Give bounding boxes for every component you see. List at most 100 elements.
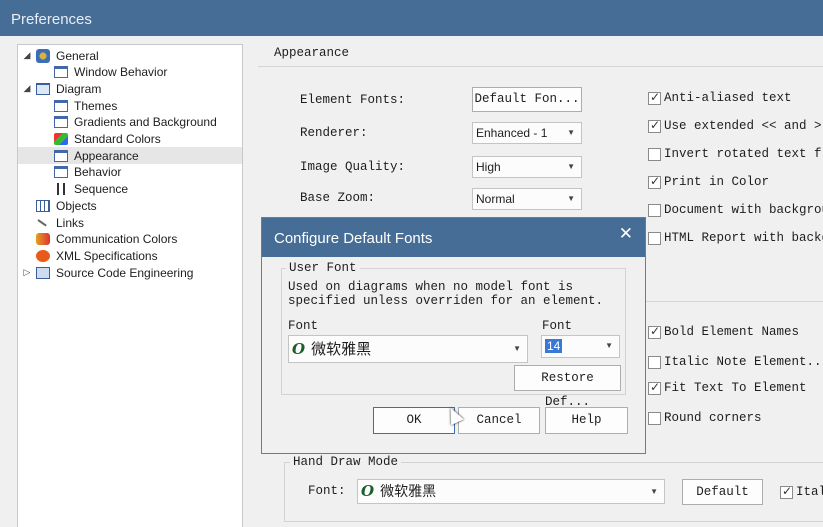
- fit-text-checkbox[interactable]: Fit Text To Element: [648, 380, 807, 395]
- checkbox-label: Invert rotated text f: [664, 147, 822, 161]
- round-corners-checkbox[interactable]: Round corners: [648, 411, 762, 425]
- tree-item-sequence[interactable]: Sequence: [18, 181, 242, 198]
- tree-item-objects[interactable]: Objects: [18, 197, 242, 214]
- element-fonts-button[interactable]: Default Fon...: [472, 87, 582, 112]
- window-icon: [54, 99, 68, 112]
- tree-item-general[interactable]: ◢ General: [18, 47, 242, 64]
- font-size-label: Font: [542, 319, 573, 333]
- close-icon[interactable]: ✕: [619, 224, 633, 244]
- tree-item-themes[interactable]: Themes: [18, 97, 242, 114]
- element-fonts-label: Element Fonts:: [300, 93, 406, 107]
- checkbox-label: HTML Report with backg: [664, 231, 823, 245]
- tree-item-label: Source Code Engineering: [56, 265, 194, 280]
- checkbox-box: [648, 355, 661, 369]
- hand-draw-default-button[interactable]: Default: [682, 479, 763, 505]
- tree-item-source-code-engineering[interactable]: ▷ Source Code Engineering: [18, 264, 242, 281]
- section-divider: [646, 301, 823, 302]
- user-font-title: User Font: [286, 261, 360, 275]
- renderer-value: Enhanced - 1: [476, 126, 548, 140]
- expand-arrow-icon[interactable]: ▷: [22, 267, 32, 278]
- checkbox-label: Anti-aliased text: [664, 91, 792, 105]
- checkbox-label: Italic Note Element...: [664, 355, 823, 369]
- checkbox-label: Bold Element Names: [664, 325, 800, 339]
- tree-item-label: Themes: [74, 98, 118, 113]
- tree-item-label: Links: [56, 215, 85, 230]
- tree-item-appearance[interactable]: Appearance: [18, 147, 242, 165]
- extended-chars-checkbox[interactable]: Use extended << and >: [648, 118, 822, 133]
- base-zoom-select[interactable]: Normal ▼: [472, 188, 582, 210]
- tree-item-xml-specifications[interactable]: XML Specifications: [18, 247, 242, 264]
- opentype-font-icon: O: [361, 482, 375, 500]
- image-quality-value: High: [476, 160, 501, 174]
- image-quality-select[interactable]: High ▼: [472, 156, 582, 178]
- base-zoom-value: Normal: [476, 192, 515, 206]
- collapse-arrow-icon[interactable]: ◢: [22, 50, 32, 61]
- window-icon: [54, 149, 68, 162]
- window-icon: [54, 116, 68, 129]
- restore-defaults-button[interactable]: Restore Def...: [514, 365, 621, 409]
- font-value: 微软雅黑: [311, 340, 372, 358]
- checkbox-box: [648, 324, 661, 339]
- colors-icon: [54, 133, 68, 145]
- tree-item-label: Communication Colors: [56, 232, 178, 247]
- invert-rotated-checkbox[interactable]: Invert rotated text f: [648, 147, 822, 161]
- checkbox-label: Fit Text To Element: [664, 381, 807, 395]
- document-background-checkbox[interactable]: Document with backgrou: [648, 203, 823, 217]
- html-report-background-checkbox[interactable]: HTML Report with backg: [648, 231, 823, 245]
- checkbox-box: [648, 380, 661, 395]
- tree-item-links[interactable]: Links: [18, 214, 242, 231]
- font-select[interactable]: O 微软雅黑 ▼: [288, 335, 528, 363]
- tree-item-label: Standard Colors: [74, 132, 161, 146]
- source-code-icon: [36, 266, 50, 279]
- font-label: Font: [288, 319, 319, 333]
- hand-draw-italic-checkbox[interactable]: Ital: [780, 484, 823, 499]
- objects-icon: [36, 199, 50, 212]
- hand-draw-font-select[interactable]: O 微软雅黑 ▼: [357, 479, 665, 504]
- window-icon: [54, 166, 68, 179]
- checkbox-box: [648, 174, 661, 189]
- checkbox-label: Use extended << and >: [664, 119, 822, 133]
- dialog-title: Configure Default Fonts: [274, 230, 433, 247]
- checkbox-box: [648, 231, 661, 245]
- help-button[interactable]: Help: [545, 407, 628, 434]
- font-size-select[interactable]: 14 ▼: [541, 335, 620, 358]
- window-title-bar: Preferences: [0, 0, 823, 36]
- tree-item-standard-colors[interactable]: Standard Colors: [18, 131, 242, 148]
- chevron-down-icon: ▼: [567, 162, 575, 171]
- tree-item-label: General: [56, 48, 99, 63]
- preferences-tree[interactable]: ◢ General Window Behavior ◢ Diagram Themes Gra…: [17, 44, 243, 527]
- anti-aliased-checkbox[interactable]: Anti-aliased text: [648, 90, 792, 105]
- bold-element-names-checkbox[interactable]: Bold Element Names: [648, 324, 800, 339]
- user-font-description: Used on diagrams when no model font is s…: [288, 280, 604, 308]
- checkbox-label: Print in Color: [664, 175, 770, 189]
- checkbox-box: [648, 90, 661, 105]
- gear-icon: [36, 48, 50, 63]
- italic-note-checkbox[interactable]: Italic Note Element...: [648, 355, 823, 369]
- tree-item-behavior[interactable]: Behavior: [18, 164, 242, 181]
- checkbox-box: [648, 118, 661, 133]
- communication-icon: [36, 233, 50, 246]
- tree-item-label: Appearance: [74, 148, 139, 163]
- checkbox-box: [648, 203, 661, 217]
- title-divider: [258, 66, 823, 67]
- hand-draw-font-value: 微软雅黑: [380, 484, 437, 500]
- tree-item-window-behavior[interactable]: Window Behavior: [18, 64, 242, 81]
- tree-item-gradients-and-background[interactable]: Gradients and Background: [18, 114, 242, 131]
- cancel-button[interactable]: Cancel: [458, 407, 540, 434]
- chevron-down-icon: ▼: [650, 487, 658, 496]
- renderer-select[interactable]: Enhanced - 1 ▼: [472, 122, 582, 144]
- print-in-color-checkbox[interactable]: Print in Color: [648, 174, 770, 189]
- chevron-down-icon: ▼: [567, 128, 575, 137]
- window-icon: [54, 66, 68, 79]
- image-quality-label: Image Quality:: [300, 160, 406, 174]
- ok-button[interactable]: OK: [373, 407, 455, 434]
- hand-draw-font-label: Font:: [308, 484, 346, 498]
- renderer-label: Renderer:: [300, 126, 368, 140]
- collapse-arrow-icon[interactable]: ◢: [22, 83, 32, 94]
- hand-draw-title: Hand Draw Mode: [290, 455, 402, 469]
- tree-item-diagram[interactable]: ◢ Diagram: [18, 80, 242, 97]
- checkbox-label: Ital: [796, 485, 823, 499]
- links-icon: [36, 217, 50, 229]
- tree-item-communication-colors[interactable]: Communication Colors: [18, 231, 242, 248]
- dialog-title-bar: Configure Default Fonts: [262, 218, 645, 257]
